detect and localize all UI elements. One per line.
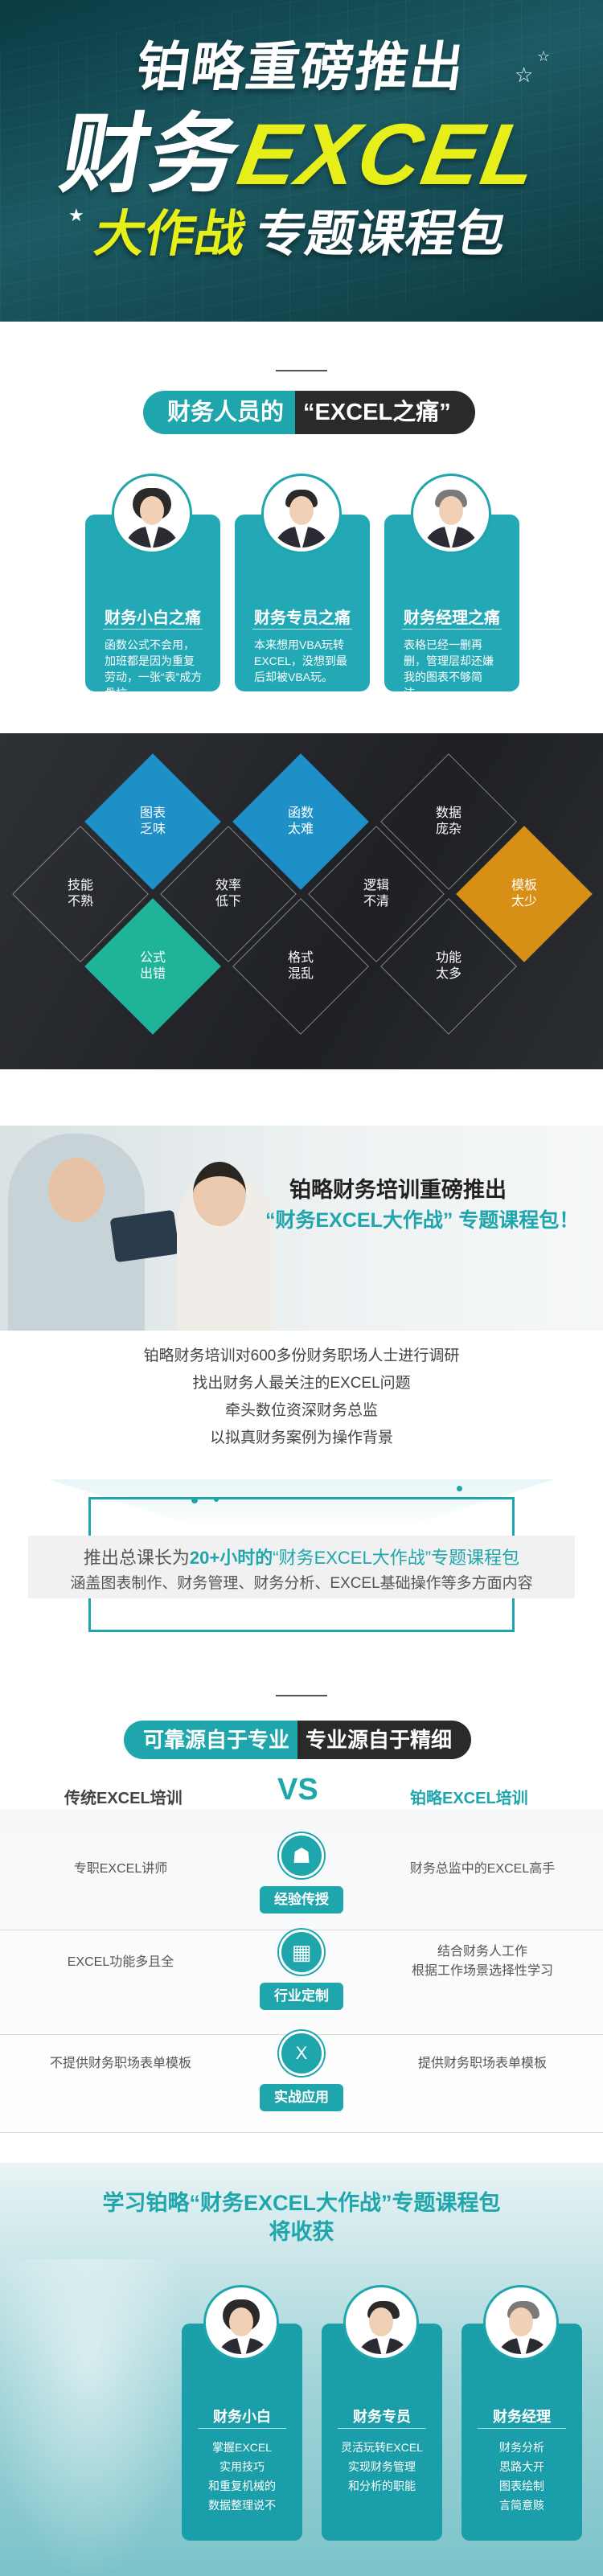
badge-industry: ▦ 行业定制 (260, 1930, 343, 2026)
card-divider (402, 629, 502, 630)
pain-card-desc: 本来想用VBA玩转EXCEL，没想到最后却被VBA玩。 (254, 638, 347, 683)
pain-points-diamond-grid: 图表 乏味 函数 太难 数据 庞杂 技能 不熟 效率 低下 逻辑 不清 模板 太… (0, 733, 603, 1069)
bolue-item: 财务总监中的EXCEL高手 (409, 1862, 556, 1876)
gain-card-title: 财务专员 (353, 2409, 411, 2425)
tablet-icon (109, 1209, 180, 1263)
diamond-label: 模板 太少 (511, 879, 537, 909)
survey-item: 找出财务人最关注的EXCEL问题 (192, 1375, 411, 1392)
avatar-male-young (264, 476, 339, 552)
badge-label: 经验传授 (260, 1886, 343, 1914)
survey-item: 铂略财务培训对600多份财务职场人士进行调研 (143, 1347, 460, 1364)
diamond-label: 函数 太难 (287, 806, 314, 836)
pain-card-desc: 函数公式不会用，加班都是因为重复劳动，一张“表”成方骨杭。 (105, 638, 203, 699)
compare-title: 可靠源自于专业 专业源自于精细 (124, 1721, 472, 1759)
hero-line-2: 财务EXCEL (0, 84, 603, 210)
gain-card-desc: 财务分析 思路大开 图表绘制 言简意赅 (499, 2441, 544, 2512)
badge-practice: X 实战应用 (260, 2031, 343, 2127)
compare-title-b: 专业源自于精细 (297, 1721, 472, 1759)
hero-line-2-a: 财务 (54, 105, 249, 203)
compare-title-a: 可靠源自于专业 (124, 1721, 298, 1759)
teacher-icon: ☗ (279, 1833, 324, 1878)
diamond-label: 图表 乏味 (139, 806, 166, 836)
avatar-female (114, 476, 190, 552)
traditional-header: 传统EXCEL培训 (64, 1790, 183, 1807)
section-divider (276, 370, 327, 371)
card-divider (198, 2428, 286, 2429)
badge-label: 行业定制 (260, 1983, 343, 2010)
card-divider (103, 629, 203, 630)
avatar-male-senior (486, 2287, 556, 2358)
avatar-male-young (346, 2287, 416, 2358)
gain-card-desc: 灵活玩转EXCEL 实现财务管理 和分析的职能 (341, 2441, 423, 2492)
hero-line-3-b: 专题课程包 (251, 207, 511, 262)
bolue-item: 提供财务职场表单模板 (417, 2057, 547, 2070)
vs-label: VS (277, 1773, 318, 1807)
chart-icon: ▦ (279, 1930, 324, 1975)
gain-card-title: 财务小白 (213, 2409, 271, 2425)
traditional-item: 不提供财务职场表单模板 (49, 2057, 191, 2070)
diamond-label: 效率 低下 (215, 879, 241, 909)
diamond-label: 格式 混乱 (287, 951, 314, 981)
gain-section: 学习铂略“财务EXCEL大作战”专题课程包 将收获 财务小白 掌握EXCEL 实… (0, 2163, 603, 2576)
traditional-item: 专职EXCEL讲师 (73, 1862, 168, 1876)
survey-item: 以拟真财务案例为操作背景 (209, 1430, 393, 1446)
pain-title-a: 财务人员的 (143, 391, 296, 434)
promo-banner: 铂略财务培训重磅推出 “财务EXCEL大作战” 专题课程包！ (0, 1126, 603, 1331)
diamond-label: 公式 出错 (139, 951, 166, 981)
avatar-male-senior (413, 476, 489, 552)
card-divider (478, 2428, 566, 2429)
photo-man-face (48, 1158, 105, 1222)
badge-label: 实战应用 (260, 2084, 343, 2111)
diamond-label: 技能 不熟 (67, 879, 93, 909)
pain-title-b: “EXCEL之痛” (295, 391, 475, 434)
gain-title-1: 学习铂略“财务EXCEL大作战”专题课程包 (102, 2191, 501, 2215)
diamond-label: 功能 太多 (435, 951, 461, 981)
course-summary: 推出总课长为20+小时的“财务EXCEL大作战”专题课程包 涵盖图表制作、财务管… (28, 1536, 575, 1598)
card-divider (338, 2428, 426, 2429)
hero-line-3-a: 大作战 (90, 207, 250, 262)
gain-card-desc: 掌握EXCEL 实用技巧 和重复机械的 数据整理说不 (208, 2441, 276, 2512)
pain-title: 财务人员的 “EXCEL之痛” (143, 391, 475, 434)
photo-woman-face (193, 1162, 246, 1226)
pain-card-title: 财务小白之痛 (105, 609, 201, 627)
promo-headline-1: 铂略财务培训重磅推出 (289, 1178, 507, 1202)
course-line-1: 推出总课长为20+小时的“财务EXCEL大作战”专题课程包 (83, 1548, 520, 1568)
pain-card-title: 财务经理之痛 (404, 609, 500, 627)
section-divider (276, 1695, 327, 1696)
survey-item: 牵头数位资深财务总监 (224, 1402, 378, 1419)
hero-line-3: 大作战专题课程包 (0, 193, 603, 265)
course-line-2: 涵盖图表制作、财务管理、财务分析、EXCEL基础操作等多方面内容 (70, 1575, 533, 1592)
excel-icon: X (279, 2031, 324, 2076)
bolue-item: 结合财务人工作 根据工作场景选择性学习 (411, 1945, 553, 1978)
promo-headline-2: “财务EXCEL大作战” 专题课程包！ (265, 1209, 580, 1232)
hero-banner: ☆ ☆ ★ 铂略重磅推出 财务EXCEL 大作战专题课程包 (0, 0, 603, 322)
gain-card-title: 财务经理 (493, 2409, 551, 2425)
badge-experience: ☗ 经验传授 (260, 1833, 343, 1930)
survey-list: 铂略财务培训对600多份财务职场人士进行调研 找出财务人最关注的EXCEL问题 … (0, 1343, 603, 1452)
pain-card-title: 财务专员之痛 (254, 609, 351, 627)
hero-line-2-b: EXCEL (231, 105, 547, 203)
row-divider (0, 2132, 603, 2133)
diamond-label: 数据 庞杂 (435, 806, 461, 836)
card-divider (252, 629, 352, 630)
pain-card-desc: 表格已经一删再删，管理层却还嫌我的图表不够简洁。 (404, 638, 494, 699)
avatar-female (206, 2287, 277, 2358)
bolue-header: 铂略EXCEL培训 (410, 1790, 528, 1807)
gain-title-2: 将收获 (269, 2220, 334, 2244)
diamond-label: 逻辑 不清 (363, 879, 389, 909)
dot-icon (457, 1486, 462, 1491)
photo-woman-bg (0, 2259, 193, 2576)
traditional-item: EXCEL功能多且全 (67, 1955, 174, 1969)
